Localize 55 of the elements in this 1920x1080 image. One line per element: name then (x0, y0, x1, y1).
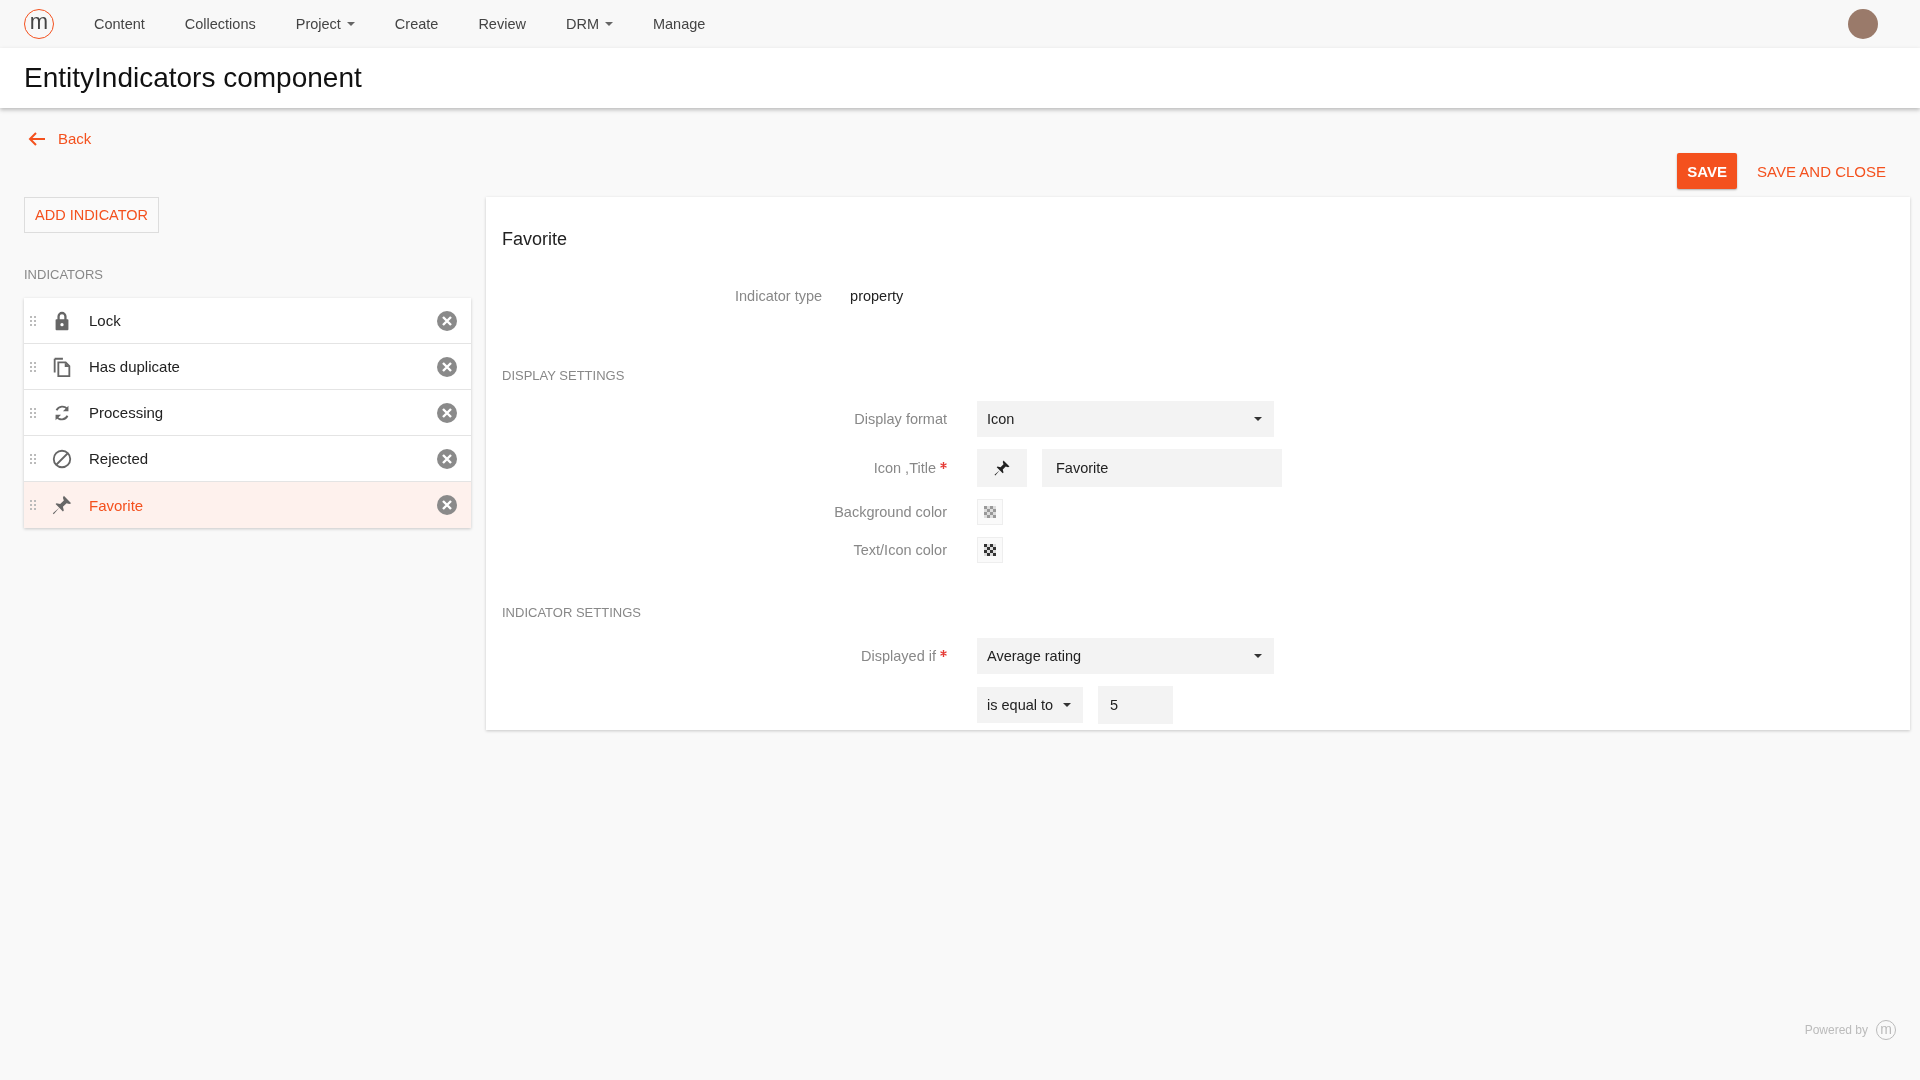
operator-dropdown[interactable]: is equal to (977, 687, 1083, 723)
nav-menu-item[interactable]: Content (94, 16, 145, 32)
indicator-label: Processing (89, 404, 165, 421)
indicator-list-item[interactable]: Has duplicate (24, 344, 471, 390)
dropdown[interactable]: Icon (977, 401, 1274, 437)
section-heading: INDICATOR SETTINGS (502, 605, 642, 620)
indicator-label: Rejected (89, 450, 150, 467)
nav-menu-item[interactable]: Manage (652, 16, 706, 32)
drag-handle-icon (30, 500, 36, 510)
nav-menu-item[interactable]: Create (394, 16, 439, 32)
pin-icon (993, 459, 1011, 477)
indicator-label: Favorite (89, 496, 145, 514)
pin-icon (51, 494, 73, 516)
page-title: EntityIndicators component (24, 62, 362, 94)
avatar[interactable] (1848, 9, 1878, 39)
remove-icon (437, 402, 457, 423)
section-heading: DISPLAY SETTINGS (502, 368, 626, 383)
color-swatch[interactable] (977, 537, 1003, 563)
nav-menu-item[interactable]: Project (295, 16, 355, 32)
field-label: Text/Icon color (853, 542, 947, 558)
caret-icon (1254, 417, 1262, 421)
field-value: property (850, 288, 904, 304)
remove-icon (437, 495, 457, 515)
value-input-field[interactable]: 5 (1098, 686, 1173, 724)
nav-menu-item[interactable]: Review (478, 16, 526, 32)
remove-icon (437, 310, 457, 331)
drag-handle-icon (30, 453, 36, 464)
indicator-label: Has duplicate (89, 358, 181, 375)
field-label: Background color (834, 504, 947, 520)
indicator-list-item[interactable]: Processing (24, 390, 471, 436)
section-heading: INDICATORS (24, 267, 103, 282)
field-label: Icon ,Title (873, 460, 936, 476)
caret-icon (1063, 703, 1071, 707)
remove-icon (437, 448, 457, 469)
color-swatch[interactable] (977, 499, 1003, 525)
dropdown[interactable]: Average rating (977, 638, 1274, 674)
drag-handle-icon (30, 361, 36, 372)
field-label: Indicator type (735, 288, 823, 304)
remove-icon (437, 356, 457, 377)
drag-handle-icon (30, 407, 36, 418)
powered-by-text: Powered by (1804, 1023, 1868, 1037)
field-label: Display format (854, 411, 947, 427)
indicator-label: Lock (89, 312, 122, 329)
indicator-list-item[interactable]: Lock (24, 298, 471, 344)
copy-icon (51, 355, 73, 378)
icon-picker-button[interactable] (977, 449, 1027, 487)
block-icon (51, 447, 73, 470)
field-label: Displayed if (861, 648, 936, 664)
nav-menu-item[interactable]: Collections (184, 16, 256, 32)
panel-title: Favorite (502, 229, 569, 250)
caret-icon (1254, 654, 1262, 658)
title-input-field[interactable]: Favorite (1042, 449, 1282, 487)
nav-menu-item[interactable]: DRM (565, 16, 613, 32)
arrow-left-icon (28, 130, 46, 147)
drag-handle-icon (30, 315, 36, 326)
